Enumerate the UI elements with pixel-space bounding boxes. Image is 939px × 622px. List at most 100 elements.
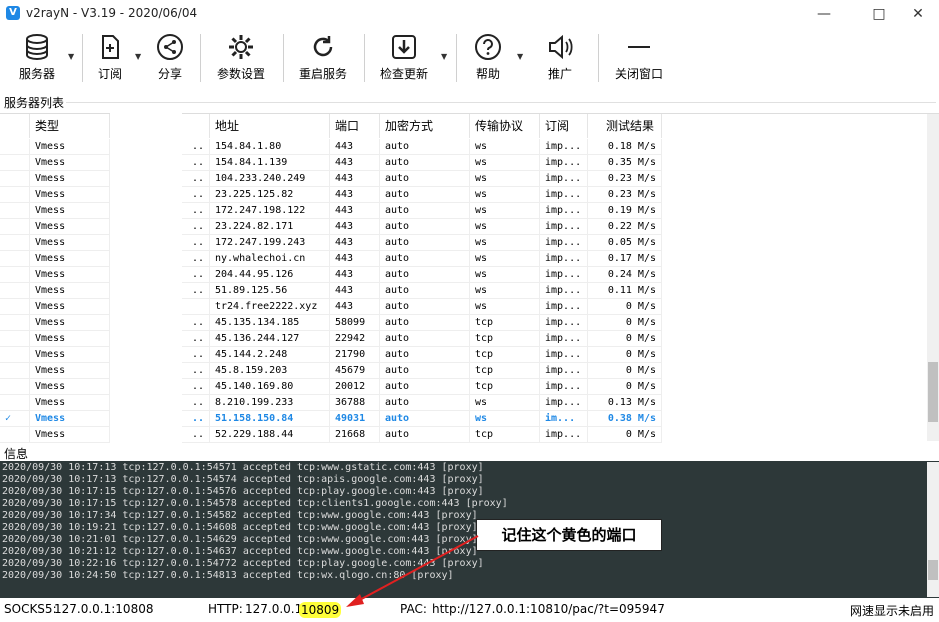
cell-address: 45.8.159.203 (210, 363, 330, 379)
log-scrollbar-thumb[interactable] (928, 560, 938, 580)
cell-port: 58099 (330, 315, 380, 331)
cell-type: Vmess (30, 283, 110, 299)
cell-address: 154.84.1.139 (210, 155, 330, 171)
cell-network: tcp (470, 331, 540, 347)
servers-button[interactable]: 服务器 (14, 30, 60, 86)
table-row[interactable]: Vmess.. 51.89.125.56 443 auto ws imp... 0.11 M… (0, 283, 662, 299)
table-row[interactable]: Vmess.. 172.247.199.243 443 auto ws imp... 0.0… (0, 235, 662, 251)
cell-network: ws (470, 267, 540, 283)
cell-result: 0.05 M/s (588, 235, 662, 251)
table-row[interactable]: Vmess.. 154.84.1.80 443 auto ws imp... 0.18 M/… (0, 139, 662, 155)
cell-result: 0 M/s (588, 363, 662, 379)
log-line: 2020/09/30 10:17:13 tcp:127.0.0.1:54574 … (2, 474, 484, 485)
table-row-active[interactable]: ✓ Vmess.. 51.158.150.84 49031 auto ws im... 0.3… (0, 411, 662, 427)
table-scrollbar[interactable] (927, 114, 939, 441)
info-title: 信息 (4, 447, 29, 461)
servers-dropdown-icon[interactable]: ▼ (68, 52, 74, 61)
table-row[interactable]: Vmess.. 45.136.244.127 22942 auto tcp imp... 0… (0, 331, 662, 347)
cell-sub: imp... (540, 331, 588, 347)
cell-security: auto (380, 379, 470, 395)
table-row[interactable]: Vmess.. 52.229.188.44 21668 auto tcp imp... 0 … (0, 427, 662, 443)
table-row[interactable]: Vmess.. ny.whalechoi.cn 443 auto ws imp... 0.1… (0, 251, 662, 267)
column-header-test-result[interactable]: 测试结果 (588, 114, 662, 138)
cell-sub: im... (540, 411, 588, 427)
cell-port: 21668 (330, 427, 380, 443)
log-panel: 2020/09/30 10:17:13 tcp:127.0.0.1:54571 … (0, 461, 939, 598)
cell-address: 52.229.188.44 (210, 427, 330, 443)
help-dropdown-icon[interactable]: ▼ (517, 52, 523, 61)
cell-type: Vmess (30, 203, 110, 219)
close-window-button[interactable]: 关闭窗口 (610, 30, 668, 86)
cell-address: 154.84.1.80 (210, 139, 330, 155)
promote-button[interactable]: 推广 (542, 30, 578, 86)
table-row[interactable]: Vmess.. 45.140.169.80 20012 auto tcp imp... 0 … (0, 379, 662, 395)
share-button[interactable]: 分享 (152, 30, 188, 86)
cell-type: Vmess (30, 315, 110, 331)
cell-result: 0.24 M/s (588, 267, 662, 283)
cell-type: Vmess (30, 299, 110, 315)
minimize-button[interactable]: — (801, 0, 847, 28)
table-row[interactable]: Vmess.. 45.135.134.185 58099 auto tcp imp... 0… (0, 315, 662, 331)
log-line: 2020/09/30 10:17:34 tcp:127.0.0.1:54582 … (2, 510, 478, 521)
table-row[interactable]: Vmess.. 8.210.199.233 36788 auto ws imp... 0.1… (0, 395, 662, 411)
cell-address: 45.135.134.185 (210, 315, 330, 331)
help-button[interactable]: 帮助 (470, 30, 506, 86)
cell-type: Vmess (30, 267, 110, 283)
table-row[interactable]: Vmess.. 104.233.240.249 443 auto ws imp... 0.2… (0, 171, 662, 187)
table-row[interactable]: Vmess.. 154.84.1.139 443 auto ws imp... 0.35 M… (0, 155, 662, 171)
cell-security: auto (380, 315, 470, 331)
table-scrollbar-thumb[interactable] (928, 362, 938, 422)
table-row[interactable]: Vmess.. 45.8.159.203 45679 auto tcp imp... 0 M… (0, 363, 662, 379)
socks-value: 127.0.0.1:10808 (54, 602, 154, 616)
table-row[interactable]: Vmess tr24.free2222.xyz 443 auto ws imp... 0 M… (0, 299, 662, 315)
log-line: 2020/09/30 10:22:16 tcp:127.0.0.1:54772 … (2, 558, 484, 569)
table-row[interactable]: Vmess.. 23.225.125.82 443 auto ws imp... 0.23 … (0, 187, 662, 203)
cell-address: 45.144.2.248 (210, 347, 330, 363)
column-check[interactable] (0, 114, 30, 138)
cell-type: Vmess (30, 331, 110, 347)
column-header-security[interactable]: 加密方式 (380, 114, 470, 138)
subscribe-dropdown-icon[interactable]: ▼ (135, 52, 141, 61)
table-row[interactable]: Vmess.. 45.144.2.248 21790 auto tcp imp... 0 M… (0, 347, 662, 363)
cell-network: ws (470, 203, 540, 219)
cell-type: Vmess (30, 219, 110, 235)
minus-icon (628, 46, 650, 48)
cell-sub: imp... (540, 219, 588, 235)
settings-button[interactable]: 参数设置 (212, 30, 270, 86)
cell-network: ws (470, 395, 540, 411)
row-check-cell (0, 331, 30, 347)
cell-result: 0 M/s (588, 379, 662, 395)
settings-label: 参数设置 (216, 67, 265, 81)
row-check-cell (0, 139, 30, 155)
subscribe-button[interactable]: 订阅 (92, 30, 128, 86)
annotation-callout: 记住这个黄色的端口 (476, 519, 662, 551)
close-button[interactable]: ✕ (895, 0, 939, 28)
log-scrollbar[interactable] (927, 462, 939, 597)
cell-sub: imp... (540, 203, 588, 219)
check-update-button[interactable]: 检查更新 (375, 30, 433, 86)
column-header-address[interactable]: 地址 (210, 114, 330, 138)
help-label: 帮助 (475, 67, 500, 81)
cell-security: auto (380, 187, 470, 203)
cell-address: 45.140.169.80 (210, 379, 330, 395)
cell-security: auto (380, 299, 470, 315)
column-header-port[interactable]: 端口 (330, 114, 380, 138)
column-header-subscription[interactable]: 订阅 (540, 114, 588, 138)
cell-port: 443 (330, 171, 380, 187)
cell-address: 51.158.150.84 (210, 411, 330, 427)
restart-service-button[interactable]: 重启服务 (294, 30, 352, 86)
update-dropdown-icon[interactable]: ▼ (441, 52, 447, 61)
cell-type: Vmess (30, 235, 110, 251)
table-row[interactable]: Vmess.. 23.224.82.171 443 auto ws imp... 0.22 … (0, 219, 662, 235)
cell-network: ws (470, 251, 540, 267)
table-row[interactable]: Vmess.. 172.247.198.122 443 auto ws imp... 0.1… (0, 203, 662, 219)
cell-port: 443 (330, 155, 380, 171)
cell-network: ws (470, 299, 540, 315)
cell-result: 0.19 M/s (588, 203, 662, 219)
table-row[interactable]: Vmess.. 204.44.95.126 443 auto ws imp... 0.24 … (0, 267, 662, 283)
cell-port: 443 (330, 251, 380, 267)
row-check-cell (0, 187, 30, 203)
cell-security: auto (380, 235, 470, 251)
column-header-type[interactable]: 类型 (30, 114, 110, 138)
column-header-network[interactable]: 传输协议 (470, 114, 540, 138)
